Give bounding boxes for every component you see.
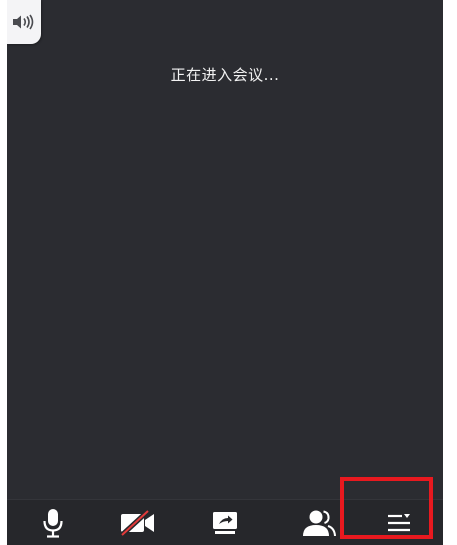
more-menu-icon: [388, 514, 410, 532]
camera-button[interactable]: [108, 500, 168, 545]
microphone-button[interactable]: [23, 500, 83, 545]
participants-button[interactable]: [289, 500, 349, 545]
camera-off-icon: [120, 510, 154, 536]
meeting-screen: 正在进入会议...: [7, 0, 443, 545]
meeting-toolbar: [7, 499, 443, 545]
speaker-toggle-button[interactable]: [7, 0, 41, 44]
more-menu-button[interactable]: [369, 500, 429, 545]
microphone-icon: [43, 509, 63, 538]
meeting-status-text: 正在进入会议...: [170, 66, 280, 84]
speaker-icon: [13, 14, 34, 30]
share-screen-icon: [213, 512, 237, 534]
participants-icon: [303, 510, 336, 537]
share-screen-button[interactable]: [195, 500, 255, 545]
